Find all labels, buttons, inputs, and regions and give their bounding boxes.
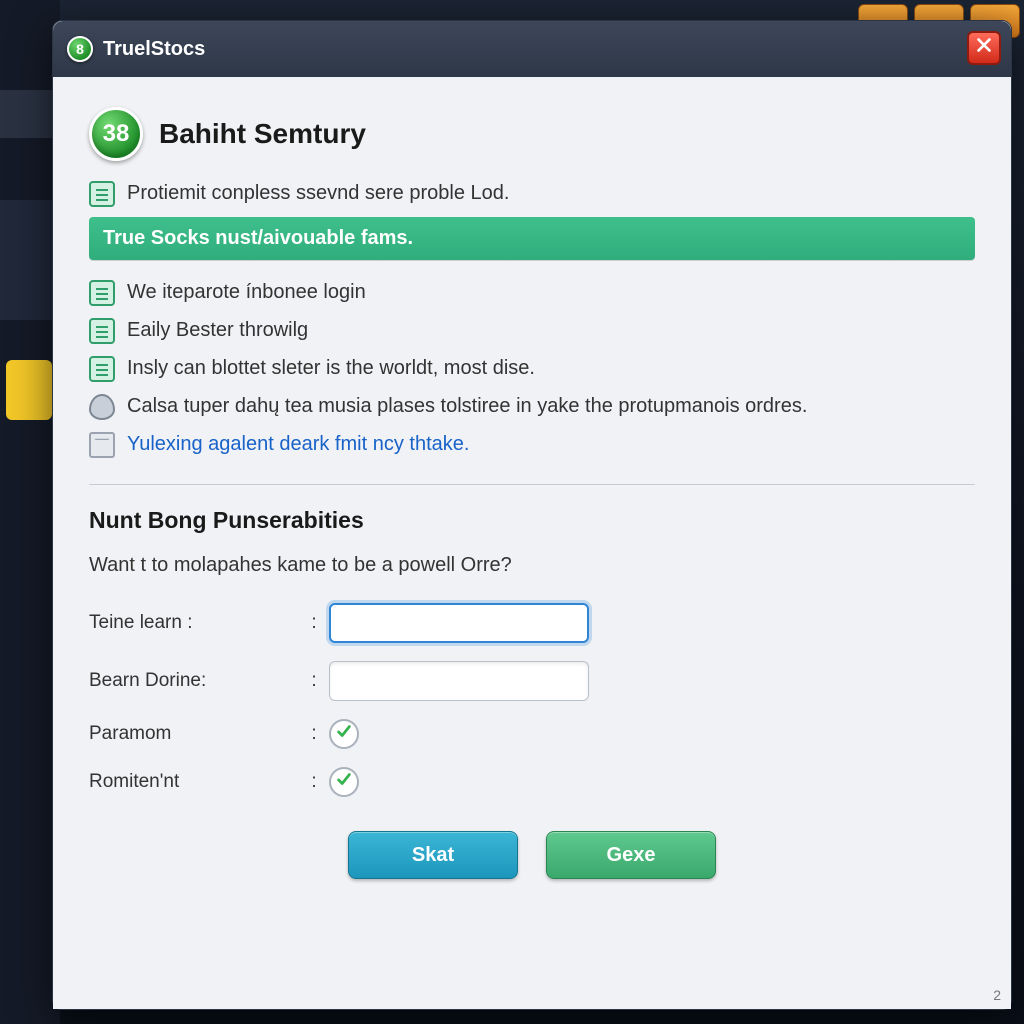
section-header: 38 Bahiht Semtury <box>89 107 975 161</box>
field1-input[interactable] <box>329 603 589 643</box>
list-item: Calsa tuper dahų tea musia plases tolsti… <box>89 392 975 420</box>
intro-text: Protiemit conpless ssevnd sere proble Lo… <box>127 179 509 207</box>
bullet-text: Insly can blottet sleter is the worldt, … <box>127 354 535 382</box>
close-icon <box>975 36 993 60</box>
bullet-text: Eaily Bester throwilg <box>127 316 308 344</box>
bullet-text: We iteparote ínbonee login <box>127 278 366 306</box>
colon: : <box>299 723 329 745</box>
link-row: Yulexing agalent deark fmit ncy thtake. <box>89 430 975 458</box>
dialog-footer: Skat Gexe <box>89 831 975 879</box>
check-icon <box>335 770 353 794</box>
doc-icon <box>89 280 115 306</box>
check2[interactable] <box>329 767 359 797</box>
bullet-text: Calsa tuper dahų tea musia plases tolsti… <box>127 392 807 420</box>
colon: : <box>299 612 329 634</box>
page-number: 2 <box>993 987 1001 1003</box>
page-title: Bahiht Semtury <box>159 118 366 150</box>
field2-label: Bearn Dorine: <box>89 670 299 692</box>
list-item: We iteparote ínbonee login <box>89 278 975 306</box>
list-item: Insly can blottet sleter is the worldt, … <box>89 354 975 382</box>
status-banner: True Socks nust/aivouable fams. <box>89 217 975 260</box>
check1[interactable] <box>329 719 359 749</box>
check2-label: Romiten'nt <box>89 771 299 793</box>
field2-input[interactable] <box>329 661 589 701</box>
check1-label: Paramom <box>89 723 299 745</box>
list-item: Eaily Bester throwilg <box>89 316 975 344</box>
titlebar-badge: 8 <box>67 36 93 62</box>
doc-icon <box>89 318 115 344</box>
primary-button[interactable]: Skat <box>348 831 518 879</box>
colon: : <box>299 670 329 692</box>
form: Teine learn : : Bearn Dorine: : Paramom … <box>89 603 975 797</box>
doc-icon <box>89 356 115 382</box>
subsection-prompt: Want t to molapahes kame to be a powell … <box>89 554 975 577</box>
close-button[interactable] <box>967 31 1001 65</box>
header-badge: 38 <box>89 107 143 161</box>
colon: : <box>299 771 329 793</box>
secondary-button[interactable]: Gexe <box>546 831 716 879</box>
check-icon <box>335 722 353 746</box>
intro-row: Protiemit conpless ssevnd sere proble Lo… <box>89 179 975 207</box>
doc-icon <box>89 181 115 207</box>
dialog: 8 TruelStocs 38 Bahiht Semtury Protiemit… <box>52 20 1012 1010</box>
window-title: TruelStocs <box>103 38 205 61</box>
mail-icon <box>89 432 115 458</box>
shield-icon <box>89 394 115 420</box>
dialog-body: 38 Bahiht Semtury Protiemit conpless sse… <box>53 77 1011 1009</box>
titlebar: 8 TruelStocs <box>53 21 1011 77</box>
info-link[interactable]: Yulexing agalent deark fmit ncy thtake. <box>127 430 469 458</box>
divider <box>89 484 975 485</box>
field1-label: Teine learn : <box>89 612 299 634</box>
subsection-heading: Nunt Bong Punserabities <box>89 507 975 534</box>
